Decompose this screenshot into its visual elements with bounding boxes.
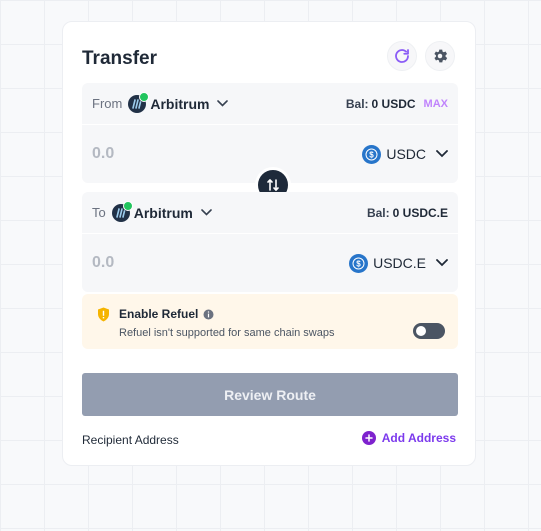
page-title: Transfer: [82, 48, 157, 69]
to-chain-select[interactable]: Arbitrum: [111, 200, 212, 222]
arbitrum-logo-icon: [128, 91, 150, 113]
transfer-card: Transfer From Arbitrum Bal: 0 USDC MAX 0…: [62, 21, 476, 466]
refresh-button[interactable]: [387, 41, 417, 71]
from-token-select[interactable]: $ USDC: [362, 144, 448, 164]
chevron-down-icon: [436, 150, 448, 158]
to-label: To: [92, 205, 106, 220]
add-address-button[interactable]: Add Address: [361, 431, 456, 445]
recipient-address-label: Recipient Address: [82, 433, 179, 447]
gear-icon: [434, 49, 448, 63]
from-balance-value: 0 USDC: [371, 96, 416, 111]
svg-text:$: $: [370, 150, 375, 159]
svg-text:$: $: [356, 259, 361, 268]
to-chain-name: Arbitrum: [133, 204, 193, 221]
chevron-down-icon: [217, 100, 229, 107]
max-button[interactable]: MAX: [424, 98, 448, 110]
from-label: From: [92, 96, 123, 111]
add-address-label: Add Address: [381, 431, 456, 445]
refresh-icon: [395, 49, 409, 63]
to-balance: Bal: 0 USDC.E: [367, 206, 448, 220]
review-route-button[interactable]: Review Route: [82, 373, 458, 416]
to-token-name: USDC.E: [373, 255, 426, 271]
refuel-title-text: Enable Refuel: [119, 307, 199, 321]
to-token-select[interactable]: $ USDC.E: [349, 253, 448, 273]
to-balance-label: Bal:: [366, 205, 390, 220]
to-amount-input[interactable]: [92, 254, 212, 272]
usdc-e-logo-icon: $: [349, 253, 369, 273]
swap-arrows-icon: [267, 179, 279, 191]
refuel-toggle[interactable]: [413, 323, 445, 339]
refuel-title: Enable Refuel: [119, 307, 214, 321]
to-balance-value: 0 USDC.E: [392, 205, 448, 220]
refuel-subtitle: Refuel isn't supported for same chain sw…: [119, 327, 335, 339]
from-balance-label: Bal:: [345, 96, 369, 111]
shield-icon: [97, 307, 110, 327]
plus-circle-icon: [361, 431, 376, 445]
to-panel: To Arbitrum Bal: 0 USDC.E $: [82, 192, 458, 292]
settings-button[interactable]: [425, 41, 455, 71]
from-token-name: USDC: [386, 146, 426, 162]
chain-status-dot: [122, 200, 133, 211]
from-chain-select[interactable]: Arbitrum: [128, 91, 229, 113]
refuel-panel: Enable Refuel Refuel isn't supported for…: [82, 294, 458, 349]
info-icon[interactable]: [203, 309, 214, 320]
arbitrum-logo-icon: [111, 200, 133, 222]
from-amount-input[interactable]: [92, 145, 212, 163]
toggle-knob: [416, 326, 426, 336]
chevron-down-icon: [201, 209, 212, 216]
from-chain-name: Arbitrum: [150, 95, 210, 112]
chevron-down-icon: [436, 259, 448, 267]
chain-status-dot: [139, 91, 150, 102]
usdc-logo-icon: $: [362, 144, 382, 164]
from-balance: Bal: 0 USDC MAX: [346, 97, 448, 111]
